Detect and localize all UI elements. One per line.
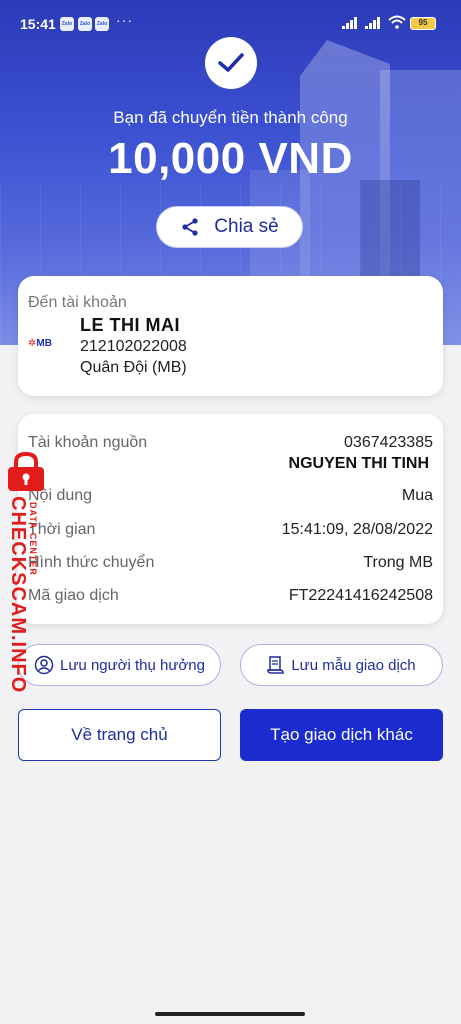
battery-icon: 95: [410, 17, 436, 30]
watermark-sub: DATA CENTER: [28, 502, 38, 576]
source-account-label: Tài khoản nguồn: [28, 434, 148, 451]
home-indicator[interactable]: [155, 1012, 305, 1016]
share-label: Chia sẻ: [214, 216, 279, 237]
recipient-bank: Quân Đội (MB): [80, 359, 187, 376]
method-value: Trong MB: [363, 554, 433, 571]
source-account-number: 0367423385: [344, 434, 433, 451]
new-transaction-button[interactable]: Tạo giao dịch khác: [240, 709, 443, 761]
transaction-id-value: FT22241416242508: [288, 587, 433, 604]
zalo-icon: Zalo: [95, 17, 109, 31]
checkscam-watermark: CHECKSCAM.INFO DATA CENTER: [2, 452, 48, 693]
more-notifications-icon: ···: [116, 12, 133, 28]
lock-icon: [8, 452, 44, 491]
document-icon: [267, 656, 285, 674]
recipient-name: LE THI MAI: [80, 315, 180, 335]
share-icon: [182, 218, 198, 236]
recipient-account-number: 212102022008: [80, 338, 187, 355]
time-value: 15:41:09, 28/08/2022: [281, 521, 433, 538]
wifi-icon: [388, 15, 406, 29]
signal-icon: [342, 17, 357, 29]
save-beneficiary-label: Lưu người thụ hưởng: [60, 656, 205, 674]
transfer-amount: 10,000 VND: [108, 134, 353, 183]
signal-icon: [365, 17, 380, 29]
save-template-button[interactable]: Lưu mẫu giao dịch: [240, 644, 443, 686]
watermark-main: CHECKSCAM.INFO: [7, 496, 29, 694]
home-button[interactable]: Về trang chủ: [18, 709, 221, 761]
source-account-name: NGUYEN THI TINH: [288, 455, 429, 472]
mb-bank-logo: ✲MB: [28, 338, 52, 349]
save-beneficiary-button[interactable]: Lưu người thụ hưởng: [18, 644, 221, 686]
transaction-details-card: Tài khoản nguồn 0367423385 NGUYEN THI TI…: [18, 414, 443, 624]
status-time: 15:41: [20, 16, 56, 32]
destination-label: Đến tài khoản: [28, 294, 127, 311]
share-button[interactable]: Chia sẻ: [156, 206, 303, 248]
content-value: Mua: [401, 487, 433, 504]
success-check-icon: [205, 37, 257, 89]
zalo-icon: Zalo: [60, 17, 74, 31]
success-message: Bạn đã chuyển tiền thành công: [113, 108, 348, 127]
zalo-icon: Zalo: [78, 17, 92, 31]
destination-account-card: Đến tài khoản ✲MB LE THI MAI 21210202200…: [18, 276, 443, 396]
save-template-label: Lưu mẫu giao dịch: [291, 656, 416, 674]
